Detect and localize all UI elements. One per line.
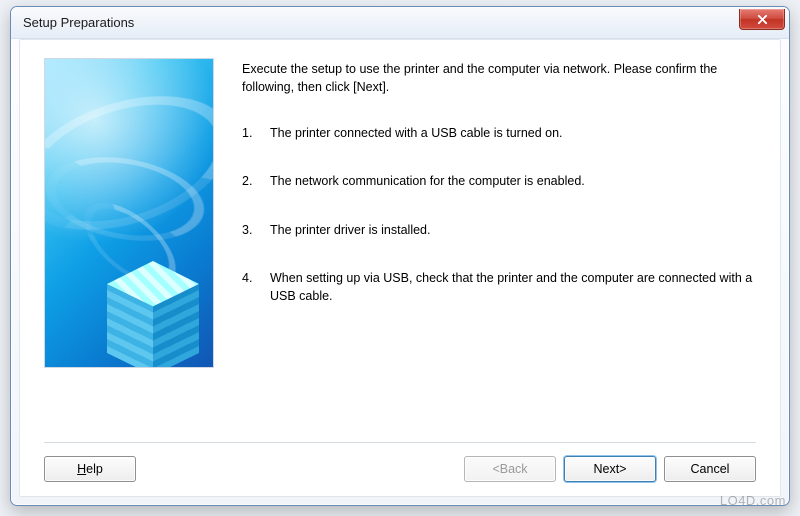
instruction-text: Execute the setup to use the printer and… — [242, 58, 756, 442]
separator — [44, 442, 756, 444]
intro-text: Execute the setup to use the printer and… — [242, 60, 756, 96]
dialog-window: Setup Preparations Execute the setup to … — [10, 6, 790, 506]
step-list: The printer connected with a USB cable i… — [242, 124, 756, 305]
step-text: The printer connected with a USB cable i… — [270, 124, 563, 142]
step-text: The printer driver is installed. — [270, 221, 430, 239]
content-row: Execute the setup to use the printer and… — [44, 58, 756, 442]
step-text: The network communication for the comput… — [270, 172, 585, 190]
list-item: When setting up via USB, check that the … — [242, 269, 756, 305]
close-icon — [757, 14, 768, 25]
client-area: Execute the setup to use the printer and… — [19, 39, 781, 497]
help-label-rest: elp — [86, 462, 103, 476]
window-title: Setup Preparations — [23, 15, 134, 30]
button-row: Help <Back Next> Cancel — [44, 456, 756, 482]
help-button[interactable]: Help — [44, 456, 136, 482]
back-button: <Back — [464, 456, 556, 482]
cancel-button[interactable]: Cancel — [664, 456, 756, 482]
list-item: The printer connected with a USB cable i… — [242, 124, 756, 142]
list-item: The printer driver is installed. — [242, 221, 756, 239]
list-item: The network communication for the comput… — [242, 172, 756, 190]
close-button[interactable] — [739, 9, 785, 30]
next-button[interactable]: Next> — [564, 456, 656, 482]
graphic-cube-icon — [107, 261, 199, 353]
titlebar[interactable]: Setup Preparations — [11, 7, 789, 39]
step-text: When setting up via USB, check that the … — [270, 269, 756, 305]
wizard-side-graphic — [44, 58, 214, 368]
